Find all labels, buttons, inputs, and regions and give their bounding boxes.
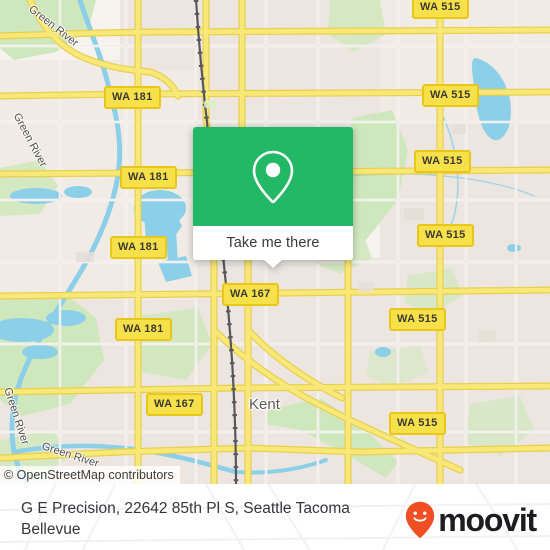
route-shield: WA 515 [417, 224, 474, 247]
osm-attribution-text: © OpenStreetMap contributors [4, 468, 174, 482]
route-shield: WA 515 [414, 150, 471, 173]
route-shield: WA 181 [120, 166, 177, 189]
map-page: WA 515 WA 181 WA 515 WA 181 WA 515 WA 515 WA 1… [0, 0, 550, 550]
popup-header [193, 127, 353, 226]
footer-bar: G E Precision, 22642 85th Pl S, Seattle … [0, 484, 550, 550]
popup-body: Take me there [193, 127, 353, 260]
route-shield: WA 167 [222, 283, 279, 306]
route-shield: WA 515 [389, 412, 446, 435]
moovit-brand[interactable]: moovit [405, 501, 537, 539]
popup-footer[interactable]: Take me there [193, 226, 353, 260]
route-shield: WA 515 [412, 0, 469, 19]
route-shield: WA 181 [110, 236, 167, 259]
moovit-wordmark: moovit [438, 502, 537, 538]
destination-popup[interactable]: Take me there [193, 127, 353, 268]
map-viewport[interactable]: WA 515 WA 181 WA 515 WA 181 WA 515 WA 515 WA 1… [0, 0, 550, 484]
route-shield: WA 515 [389, 308, 446, 331]
popup-tail-pointer [263, 259, 283, 268]
take-me-there-label: Take me there [226, 235, 320, 251]
place-label: Kent [249, 396, 280, 413]
route-shield: WA 167 [146, 393, 203, 416]
route-shield: WA 181 [104, 86, 161, 109]
page-title: G E Precision, 22642 85th Pl S, Seattle … [21, 500, 350, 538]
route-shield: WA 181 [115, 318, 172, 341]
route-shield: WA 515 [422, 84, 479, 107]
map-pin-icon [252, 150, 294, 203]
moovit-smiley-pin-icon [406, 501, 435, 538]
osm-attribution[interactable]: © OpenStreetMap contributors [0, 466, 180, 484]
